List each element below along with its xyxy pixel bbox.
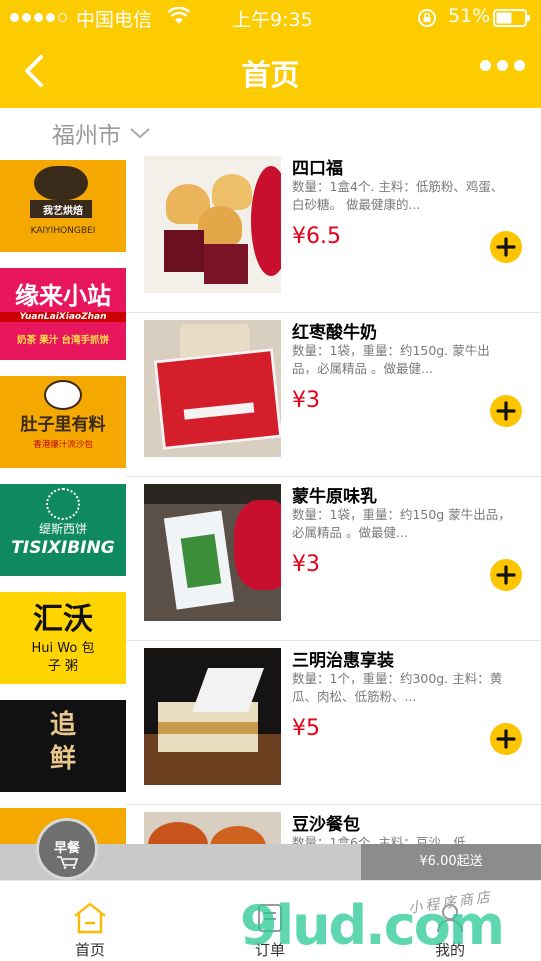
- product-name: 四口福: [292, 159, 343, 179]
- product-price: ¥3: [292, 388, 320, 413]
- city-label: 福州市: [52, 123, 121, 149]
- tab-profile[interactable]: 我的: [360, 881, 540, 961]
- wifi-icon: [167, 6, 191, 29]
- profile-icon: [437, 904, 463, 933]
- battery-label: 51%: [448, 5, 491, 27]
- product-row[interactable]: 红枣酸牛奶 数量：1袋，重量：约150g. 蒙牛出品，必属精品 。做最健... …: [126, 312, 541, 477]
- shop-name: 我艺烘焙: [43, 206, 83, 217]
- product-price: ¥5: [292, 716, 320, 741]
- tab-label: 订单: [254, 941, 285, 959]
- product-image: [144, 484, 281, 621]
- add-to-cart-button[interactable]: [490, 231, 522, 263]
- product-desc: 数量：1袋，重量：约150g. 蒙牛出品，必属精品 。做最健...: [292, 343, 490, 376]
- shop-item[interactable]: 缘来小站 YuanLaiXiaoZhan 奶茶 果汁 台湾手抓饼: [0, 268, 126, 360]
- more-dots-icon: [480, 60, 491, 71]
- product-row[interactable]: 蒙牛原味乳 数量：1袋，重量：约150g 蒙牛出品，必属精品 。做最健... ¥…: [126, 476, 541, 641]
- product-image: [144, 320, 281, 457]
- plus-icon: [496, 729, 516, 749]
- product-price: ¥6.5: [292, 224, 341, 249]
- product-name: 蒙牛原味乳: [292, 487, 377, 507]
- more-button[interactable]: [480, 60, 525, 71]
- product-row[interactable]: 四口福 数量：1盒4个. 主料：低筋粉、鸡蛋、白砂糖。 做最健康的... ¥6.…: [126, 148, 541, 313]
- shop-item[interactable]: 追鲜: [0, 700, 126, 792]
- nav-bar: 首页: [0, 36, 541, 108]
- shop-name: 缇斯西饼: [38, 522, 87, 536]
- product-desc: 数量：1盒4个. 主料：低筋粉、鸡蛋、白砂糖。 做最健康的...: [292, 179, 504, 212]
- plus-icon: [496, 401, 516, 421]
- rotation-lock-icon: [417, 8, 437, 32]
- shop-subtitle: 奶茶 果汁 台湾手抓饼: [16, 335, 110, 346]
- shop-name: 缘来小站: [15, 282, 111, 310]
- tab-home[interactable]: 首页: [0, 881, 180, 961]
- shop-name: 汇沃: [33, 602, 93, 637]
- add-to-cart-button[interactable]: [490, 559, 522, 591]
- tab-orders[interactable]: 订单: [180, 881, 360, 961]
- cart-button[interactable]: 早餐: [36, 818, 98, 880]
- shop-subtitle: 香港爆汁流沙包: [33, 440, 93, 450]
- shop-item[interactable]: 汇沃 Hui Wo 包子 粥: [0, 592, 126, 684]
- shop-name: 追鲜: [49, 710, 76, 774]
- shop-subtitle: TISIXIBING: [11, 538, 115, 558]
- product-desc: 数量：1袋，重量：约150g 蒙牛出品，必属精品 。做最健...: [292, 507, 511, 540]
- product-row[interactable]: 三明治惠享装 数量：1个，重量：约300g. 主料：黄瓜、肉松、低筋粉、... …: [126, 640, 541, 805]
- status-bar: 中国电信 上午9:35 51%: [0, 0, 541, 36]
- product-name: 豆沙餐包: [292, 815, 360, 835]
- shop-sidebar: 我艺烘焙 KAIYIHONGBEI 缘来小站 YuanLaiXiaoZhan 奶…: [0, 158, 126, 844]
- chevron-down-icon: [130, 128, 150, 139]
- home-icon: [74, 902, 106, 934]
- tab-label: 我的: [434, 941, 465, 959]
- add-to-cart-button[interactable]: [490, 723, 522, 755]
- product-name: 三明治惠享装: [292, 651, 394, 671]
- clock-label: 上午9:35: [232, 9, 313, 31]
- product-name: 红枣酸牛奶: [292, 323, 377, 343]
- page-title: 首页: [241, 58, 300, 92]
- product-price: ¥3: [292, 552, 320, 577]
- min-order-button[interactable]: ¥6.00起送: [361, 844, 541, 880]
- shop-item[interactable]: 肚子里有料 香港爆汁流沙包: [0, 376, 126, 468]
- signal-icon: [10, 13, 67, 22]
- product-image: [144, 812, 281, 844]
- product-row[interactable]: 豆沙餐包 数量：1盒6个. 主料：豆沙、低...: [126, 804, 541, 844]
- product-image: [144, 156, 281, 293]
- plus-icon: [496, 237, 516, 257]
- product-desc: 数量：1个，重量：约300g. 主料：黄瓜、肉松、低筋粉、...: [292, 671, 503, 704]
- product-image: [144, 648, 281, 785]
- shop-item[interactable]: 我艺烘焙 KAIYIHONGBEI: [0, 160, 126, 252]
- city-selector[interactable]: 福州市: [52, 116, 151, 150]
- plus-icon: [496, 565, 516, 585]
- battery-icon: [493, 9, 531, 31]
- shop-name: 肚子里有料: [20, 415, 106, 435]
- shop-subtitle: KAIYIHONGBEI: [30, 226, 96, 236]
- cart-badge-label: 早餐: [53, 841, 80, 856]
- shop-subtitle: Hui Wo 包子 粥: [31, 641, 95, 674]
- product-list: 四口福 数量：1盒4个. 主料：低筋粉、鸡蛋、白砂糖。 做最健康的... ¥6.…: [126, 148, 541, 844]
- product-desc: 数量：1盒6个. 主料：豆沙、低...: [292, 835, 478, 844]
- carrier-label: 中国电信: [76, 9, 153, 31]
- tab-bar: 首页 订单 我的: [0, 880, 541, 961]
- add-to-cart-button[interactable]: [490, 395, 522, 427]
- tab-label: 首页: [74, 941, 105, 959]
- shop-item[interactable]: 缇斯西饼 TISIXIBING: [0, 484, 126, 576]
- cart-icon: [57, 856, 79, 869]
- order-icon: [258, 904, 282, 932]
